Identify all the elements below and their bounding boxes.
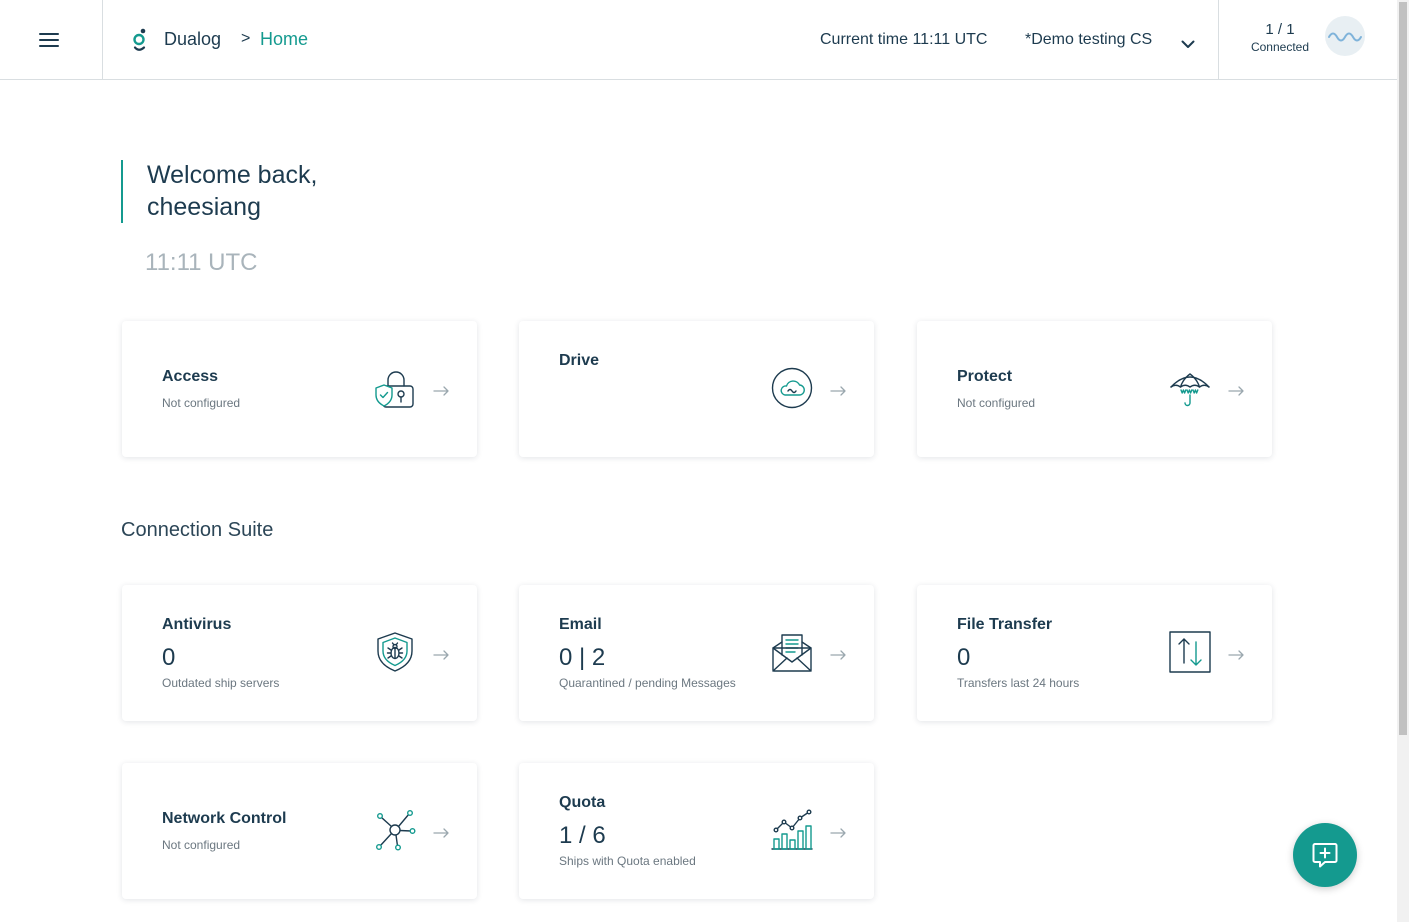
welcome-block: Welcome back, cheesiang xyxy=(121,160,317,223)
arrow-right-icon[interactable] xyxy=(433,825,449,838)
arrow-right-icon[interactable] xyxy=(433,647,449,660)
connection-status: 1 / 1 Connected xyxy=(1240,20,1320,54)
card-title: Antivirus xyxy=(162,616,232,633)
card-subtitle: Transfers last 24 hours xyxy=(957,676,1080,690)
vessel-selector-label: *Demo testing CS xyxy=(1025,31,1153,48)
welcome-greeting: Welcome back, xyxy=(147,161,318,189)
arrow-right-icon[interactable] xyxy=(433,383,449,396)
arrow-right-icon[interactable] xyxy=(830,383,846,396)
scrollbar-thumb[interactable] xyxy=(1399,2,1407,735)
current-time: Current time 11:11 UTC xyxy=(820,31,988,48)
card-value: 1 / 6 xyxy=(559,822,606,849)
network-nodes-icon xyxy=(374,809,416,851)
app-root: Dualog > Home Current time 11:11 UTC *De… xyxy=(0,0,1409,922)
wave-icon xyxy=(1328,32,1362,42)
welcome-username: cheesiang xyxy=(147,193,261,221)
envelope-document-icon xyxy=(771,631,813,673)
file-transfer-icon xyxy=(1169,631,1211,673)
quota-card[interactable]: Quota 1 / 6 Ships with Quota enabled xyxy=(519,763,874,899)
connection-count: 1 / 1 xyxy=(1265,21,1295,38)
access-card[interactable]: Access Not configured xyxy=(122,321,477,457)
add-message-button[interactable] xyxy=(1293,823,1357,887)
section-title: Connection Suite xyxy=(121,519,274,541)
chevron-down-icon xyxy=(1181,36,1195,48)
top-header: Dualog > Home Current time 11:11 UTC *De… xyxy=(0,0,1397,80)
card-subtitle: Ships with Quota enabled xyxy=(559,854,696,868)
vessel-selector[interactable]: *Demo testing CS xyxy=(1025,24,1201,56)
card-subtitle: Not configured xyxy=(162,838,241,852)
main-area: Dualog > Home Current time 11:11 UTC *De… xyxy=(0,0,1397,922)
antivirus-card[interactable]: Antivirus 0 Outdated ship servers xyxy=(122,585,477,721)
card-subtitle: Not configured xyxy=(162,396,241,410)
dualog-logo-icon[interactable] xyxy=(131,27,149,53)
bug-shield-icon xyxy=(374,631,416,673)
drive-card[interactable]: Drive xyxy=(519,321,874,457)
card-subtitle: Quarantined / pending Messages xyxy=(559,676,736,690)
card-value: 0 xyxy=(162,644,176,671)
cloud-circle-icon xyxy=(771,367,813,409)
header-divider xyxy=(1218,0,1219,79)
card-value: 0 xyxy=(957,644,971,671)
avatar[interactable] xyxy=(1325,16,1365,56)
card-title: File Transfer xyxy=(957,616,1053,633)
padlock-shield-icon xyxy=(374,367,416,409)
breadcrumb-current-page: Home xyxy=(260,29,309,49)
breadcrumb-separator: > xyxy=(241,30,251,47)
arrow-right-icon[interactable] xyxy=(830,647,846,660)
add-message-icon xyxy=(1312,843,1338,868)
protect-card[interactable]: Protect Not configured xyxy=(917,321,1272,457)
card-title: Quota xyxy=(559,794,606,811)
network-control-card[interactable]: Network Control Not configured xyxy=(122,763,477,899)
card-title: Drive xyxy=(559,352,600,369)
card-value: 0 | 2 xyxy=(559,644,606,671)
card-subtitle: Outdated ship servers xyxy=(162,676,280,690)
vertical-scrollbar[interactable] xyxy=(1397,0,1409,922)
menu-cell xyxy=(0,0,103,79)
card-title: Protect xyxy=(957,368,1013,385)
brand-name[interactable]: Dualog xyxy=(164,28,221,50)
hamburger-menu-icon[interactable] xyxy=(38,31,60,49)
file-transfer-card[interactable]: File Transfer 0 Transfers last 24 hours xyxy=(917,585,1272,721)
welcome-time: 11:11 UTC xyxy=(145,249,258,276)
email-card[interactable]: Email 0 | 2 Quarantined / pending Messag… xyxy=(519,585,874,721)
umbrella-icon xyxy=(1169,367,1211,409)
bar-chart-icon xyxy=(771,809,813,851)
arrow-right-icon[interactable] xyxy=(830,825,846,838)
arrow-right-icon[interactable] xyxy=(1228,383,1244,396)
card-title: Access xyxy=(162,368,219,385)
connection-status-label: Connected xyxy=(1250,40,1310,54)
arrow-right-icon[interactable] xyxy=(1228,647,1244,660)
card-subtitle: Not configured xyxy=(957,396,1036,410)
card-title: Email xyxy=(559,616,602,633)
card-title: Network Control xyxy=(162,810,287,827)
